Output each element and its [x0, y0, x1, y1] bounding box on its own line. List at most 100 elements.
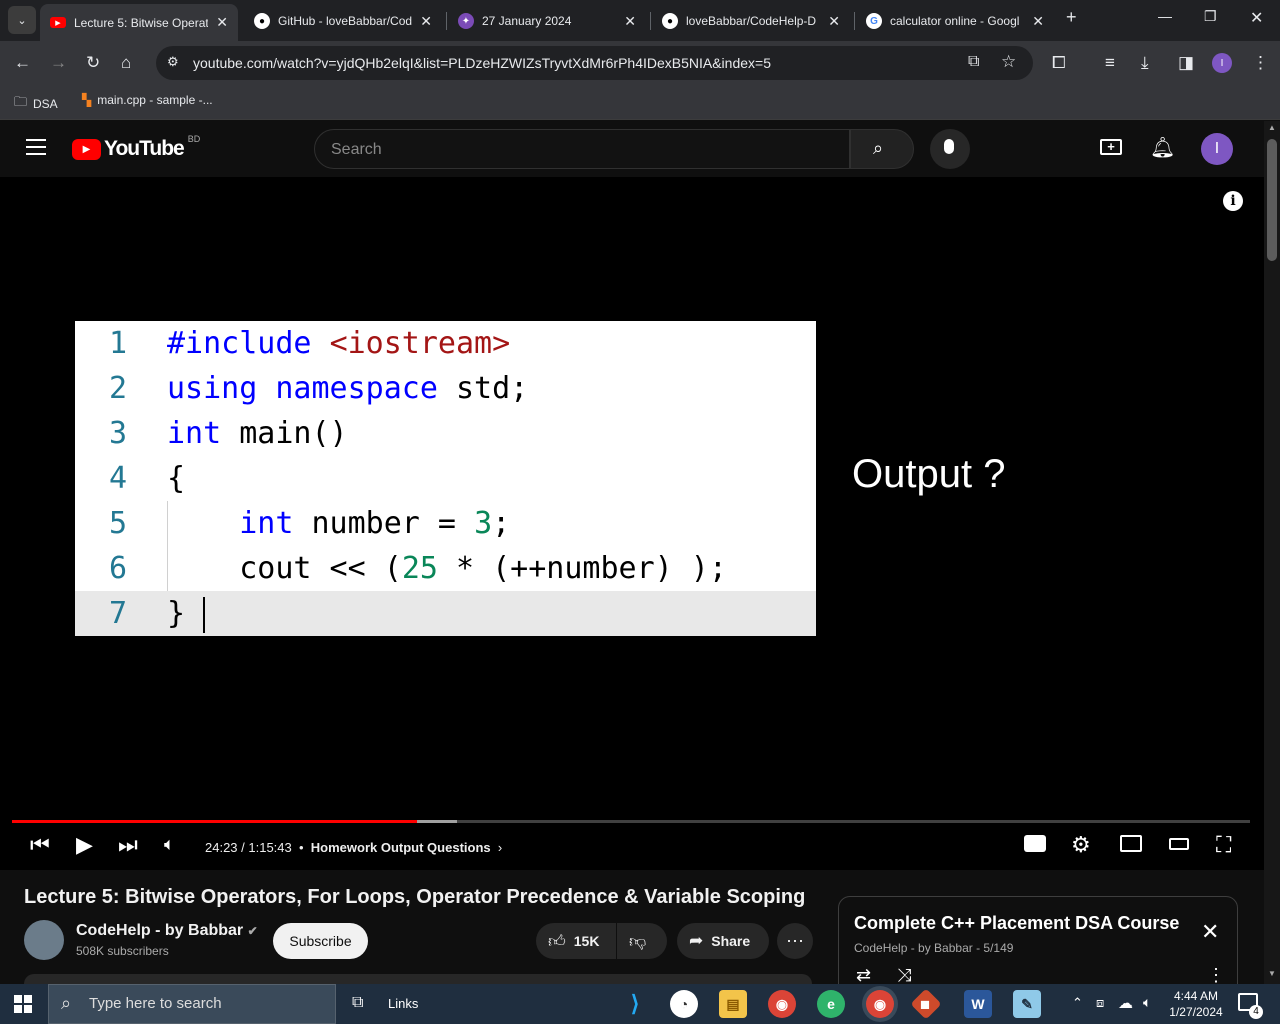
search-input[interactable]: [331, 138, 811, 162]
url-text[interactable]: youtube.com/watch?v=yjdQHb2elqI&list=PLD…: [193, 55, 771, 71]
taskbar-search[interactable]: ⌕: [48, 984, 336, 1024]
hamburger-menu-icon[interactable]: [26, 139, 46, 155]
tab-calculator[interactable]: G calculator online - Googl ✕: [856, 6, 1054, 36]
playlist-title[interactable]: Complete C++ Placement DSA Course: [854, 913, 1179, 934]
chapter-title[interactable]: Homework Output Questions: [311, 840, 491, 855]
tab-youtube[interactable]: ▶ Lecture 5: Bitwise Operat ✕: [40, 4, 238, 41]
dislike-button[interactable]: 👎︎: [617, 923, 667, 959]
video-player[interactable]: i 1 #include <iostream> 2 using namespac…: [0, 177, 1264, 870]
show-hidden-icons-chevron-icon[interactable]: ⌃: [1072, 995, 1083, 1011]
next-icon[interactable]: ⏭: [118, 832, 138, 858]
tab-title: calculator online - Googl: [890, 14, 1020, 28]
tab-title: 27 January 2024: [482, 14, 572, 28]
share-icon: ➦: [689, 931, 704, 950]
task-view-icon[interactable]: ⧉: [352, 994, 363, 1012]
notifications-bell-icon[interactable]: 🔔︎: [1150, 135, 1175, 160]
bookmark-dsa[interactable]: 🗀 DSA: [14, 93, 58, 115]
close-icon[interactable]: ✕: [1032, 13, 1044, 30]
search-button[interactable]: ⌕: [850, 129, 914, 169]
extensions-icon[interactable]: ⧠: [1052, 53, 1066, 73]
menu-icon[interactable]: ⋮: [1252, 53, 1269, 73]
settings-gear-icon[interactable]: ⚙: [1071, 832, 1091, 858]
network-icon[interactable]: ⧈: [1096, 995, 1104, 1011]
subscribe-button[interactable]: Subscribe: [273, 923, 368, 959]
loop-icon[interactable]: ⇄: [856, 965, 871, 986]
chrome-icon[interactable]: ◉: [866, 990, 894, 1018]
git-icon[interactable]: ◆: [910, 988, 942, 1020]
home-icon[interactable]: ⌂: [121, 53, 131, 73]
clock-date: 1/27/2024: [1169, 1005, 1223, 1019]
tab-date[interactable]: ✦ 27 January 2024 ✕: [448, 6, 646, 36]
tab-codehelp[interactable]: ● loveBabbar/CodeHelp-D ✕: [652, 6, 850, 36]
channel-name[interactable]: CodeHelp - by Babbar ✔: [76, 922, 258, 940]
voice-search-button[interactable]: [930, 129, 970, 169]
description-box-edge: [24, 974, 812, 984]
clock-app-icon[interactable]: ◔: [670, 990, 698, 1018]
side-panel-icon[interactable]: ◨: [1178, 53, 1194, 73]
chevron-right-icon[interactable]: ›: [494, 840, 502, 855]
close-icon[interactable]: ✕: [216, 14, 228, 31]
new-tab-button[interactable]: +: [1066, 7, 1077, 28]
like-button[interactable]: 👍︎ 15K: [536, 923, 616, 959]
channel-avatar[interactable]: [24, 920, 64, 960]
forward-icon[interactable]: →: [50, 53, 67, 73]
close-icon[interactable]: ✕: [420, 13, 432, 30]
window-close-button[interactable]: ✕: [1250, 8, 1263, 28]
onedrive-cloud-icon[interactable]: ☁: [1118, 994, 1133, 1012]
create-icon[interactable]: +: [1100, 139, 1122, 155]
playlist-menu-icon[interactable]: ⋮: [1207, 965, 1225, 986]
address-toolbar: ← → ↻ ⌂ ⚙ youtube.com/watch?v=yjdQHb2elq…: [0, 41, 1280, 85]
bookmark-main-cpp[interactable]: ▚ main.cpp - sample -...: [82, 93, 213, 107]
back-icon[interactable]: ←: [14, 53, 31, 73]
subtitles-icon[interactable]: [1024, 835, 1046, 852]
play-icon[interactable]: ▶: [76, 832, 93, 858]
more-actions-button[interactable]: ⋯: [777, 923, 813, 959]
word-icon[interactable]: W: [964, 990, 992, 1018]
edge-icon[interactable]: e: [817, 990, 845, 1018]
code-line: 2 using namespace std;: [75, 366, 816, 411]
page-scrollbar[interactable]: ▲ ▼: [1264, 121, 1280, 984]
shuffle-icon[interactable]: ⤨: [897, 965, 911, 986]
scrollbar-thumb[interactable]: [1267, 139, 1277, 261]
share-button[interactable]: ➦ Share: [677, 923, 769, 959]
restore-button[interactable]: ❐: [1204, 8, 1217, 25]
fullscreen-icon[interactable]: ⛶: [1216, 832, 1231, 858]
speaker-icon[interactable]: 🔈︎: [1143, 994, 1151, 1011]
tab-github[interactable]: ● GitHub - loveBabbar/Cod ✕: [244, 6, 442, 36]
miniplayer-icon[interactable]: [1120, 835, 1142, 852]
info-icon[interactable]: i: [1223, 191, 1243, 211]
minimize-button[interactable]: —: [1158, 8, 1172, 24]
tab-search-icon[interactable]: ⌄: [8, 6, 36, 34]
close-icon[interactable]: ✕: [828, 13, 840, 30]
media-controls-icon[interactable]: ≡: [1105, 53, 1115, 73]
windows-start-icon[interactable]: [14, 995, 32, 1013]
previous-icon[interactable]: ⏮: [30, 832, 50, 858]
file-explorer-icon[interactable]: ▤: [719, 990, 747, 1018]
progress-bar[interactable]: [12, 820, 1250, 823]
close-icon[interactable]: ✕: [624, 13, 636, 30]
microphone-icon: [944, 139, 954, 154]
youtube-logo[interactable]: ▶ YouTube BD: [72, 134, 200, 161]
links-toolbar[interactable]: Links: [388, 996, 418, 1011]
browser-tab-bar: ⌄ ▶ Lecture 5: Bitwise Operat ✕ ● GitHub…: [0, 0, 1280, 41]
account-avatar[interactable]: I: [1201, 133, 1233, 165]
close-icon[interactable]: ✕: [1201, 919, 1219, 945]
reload-icon[interactable]: ↻: [86, 53, 100, 73]
clock[interactable]: 4:44 AM 1/27/2024: [1166, 988, 1226, 1020]
scroll-down-arrow-icon[interactable]: ▼: [1268, 969, 1276, 978]
theater-mode-icon[interactable]: [1169, 838, 1189, 850]
chrome-alt-icon[interactable]: ◉: [768, 990, 796, 1018]
install-icon[interactable]: ⧉: [968, 53, 979, 71]
bookmark-star-icon[interactable]: ☆: [1001, 52, 1016, 72]
folder-icon: 🗀: [14, 94, 28, 109]
volume-icon[interactable]: 🔈︎: [164, 834, 175, 855]
vscode-icon[interactable]: ⟩: [621, 990, 649, 1018]
site-info-icon[interactable]: ⚙: [167, 54, 179, 70]
indent-guide: [167, 501, 168, 591]
omnibox[interactable]: ⚙ youtube.com/watch?v=yjdQHb2elqI&list=P…: [156, 46, 1033, 80]
scroll-up-arrow-icon[interactable]: ▲: [1268, 123, 1276, 132]
notepad-icon[interactable]: ✎: [1013, 990, 1041, 1018]
profile-avatar[interactable]: I: [1212, 53, 1232, 73]
taskbar-search-input[interactable]: [89, 995, 329, 1012]
download-icon[interactable]: ⤓: [1141, 53, 1149, 73]
